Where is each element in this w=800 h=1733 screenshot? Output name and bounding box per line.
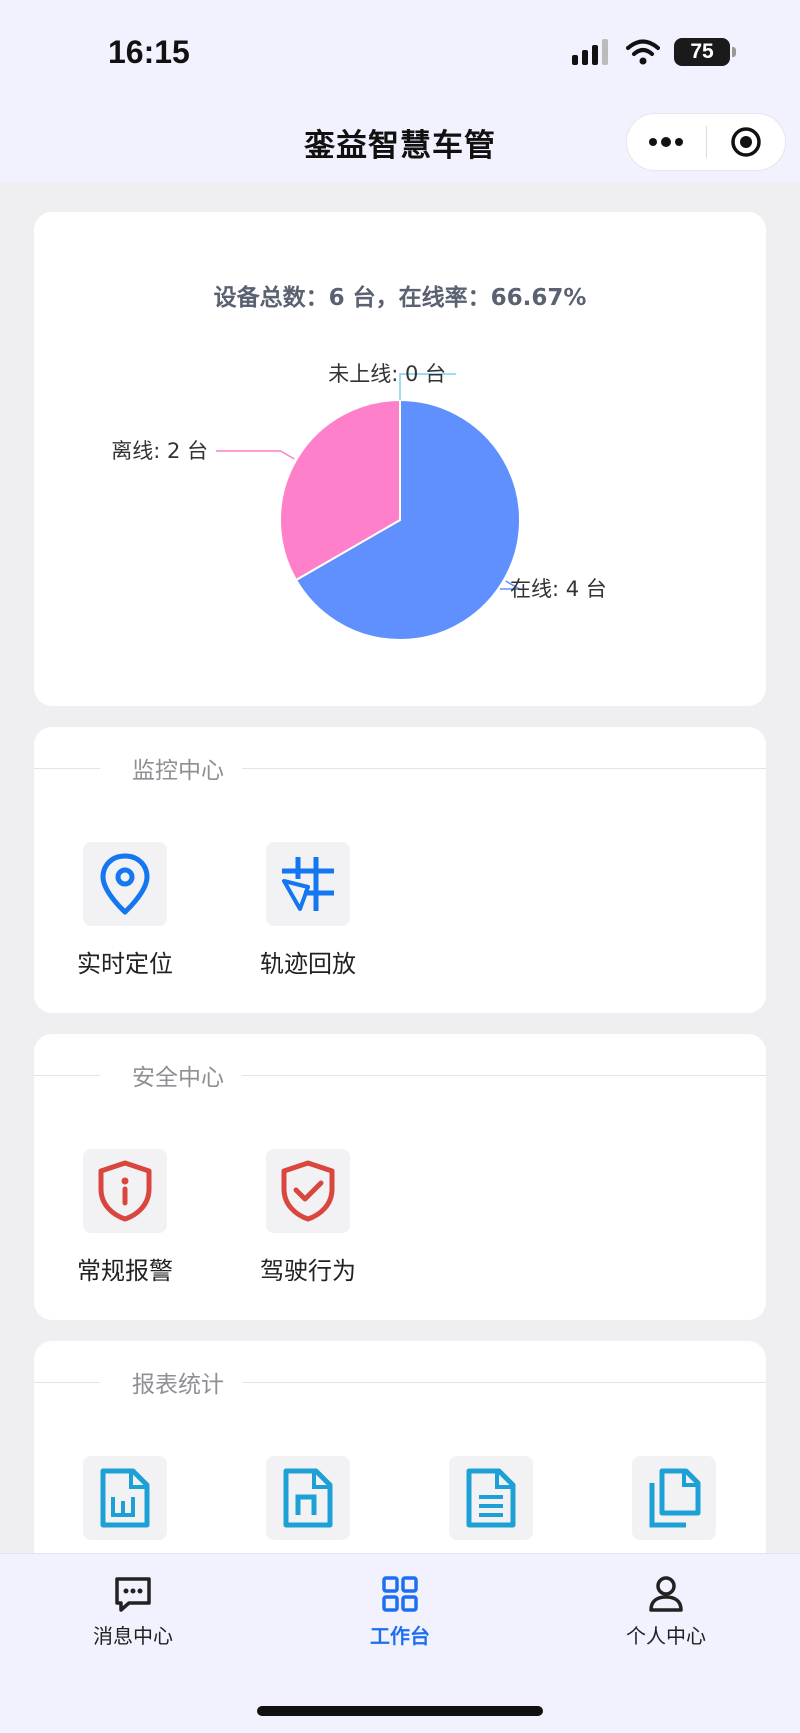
divider [34, 1382, 100, 1383]
report-tile-1[interactable] [50, 1456, 200, 1540]
divider [34, 1075, 100, 1076]
grid-icon [382, 1576, 418, 1612]
status-time: 16:15 [108, 34, 190, 70]
monitor-center-card: 监控中心 实时定位 轨迹回放 [34, 727, 766, 1013]
wifi-icon [626, 39, 660, 65]
tab-message-center[interactable]: 消息中心 [53, 1574, 213, 1649]
monitor-center-header: 监控中心 [34, 727, 766, 811]
mini-program-capsule [626, 113, 786, 171]
tab-label: 工作台 [370, 1624, 430, 1648]
device-status-pie-chart: 在线: 4 台 离线: 2 台 未上线: 0 台 [111, 362, 607, 641]
battery-level: 75 [690, 40, 714, 63]
alarm-shield-icon [98, 1160, 152, 1222]
driving-behavior-tile[interactable]: 驾驶行为 [233, 1149, 383, 1286]
report-tile-3[interactable] [416, 1456, 566, 1540]
track-playback-icon-box [266, 842, 350, 926]
check-shield-icon [281, 1160, 335, 1222]
safety-center-header: 安全中心 [34, 1034, 766, 1118]
track-playback-icon [282, 857, 334, 911]
check-shield-icon-box [266, 1149, 350, 1233]
word-doc-icon-box [83, 1456, 167, 1540]
section-title: 安全中心 [122, 1058, 234, 1092]
top-bar: 16:15 75 銮益智慧车管 [0, 0, 800, 182]
safety-center-card: 安全中心 常规报警 驾驶行为 [34, 1034, 766, 1320]
regular-alarm-tile[interactable]: 常规报警 [50, 1149, 200, 1286]
tab-label: 个人中心 [626, 1624, 706, 1648]
divider [34, 768, 100, 769]
report-tile-4[interactable] [599, 1456, 749, 1540]
home-indicator [257, 1706, 543, 1716]
divider [242, 1075, 766, 1076]
target-circle-icon [731, 127, 761, 157]
more-dots-icon [649, 137, 684, 147]
reports-header: 报表统计 [34, 1341, 766, 1425]
person-icon [649, 1576, 683, 1612]
text-doc-icon [466, 1468, 516, 1528]
report-tile-2[interactable] [233, 1456, 383, 1540]
location-pin-icon [100, 853, 150, 915]
status-icons: 75 [572, 38, 736, 66]
tab-personal-center[interactable]: 个人中心 [586, 1574, 746, 1649]
location-pin-icon-box [83, 842, 167, 926]
tab-label: 消息中心 [93, 1624, 173, 1648]
pie-slice-label: 未上线: 0 台 [328, 362, 446, 386]
divider [242, 768, 766, 769]
alarm-shield-icon-box [83, 1149, 167, 1233]
tile-label: 常规报警 [77, 1257, 173, 1285]
copy-doc-icon [649, 1468, 701, 1528]
battery-indicator: 75 [674, 38, 736, 66]
section-title: 监控中心 [122, 751, 234, 785]
close-miniprogram-button[interactable] [707, 114, 786, 170]
copy-doc-icon-box [632, 1456, 716, 1540]
track-playback-tile[interactable]: 轨迹回放 [233, 842, 383, 979]
more-button[interactable] [627, 114, 706, 170]
tile-label: 驾驶行为 [260, 1257, 356, 1285]
pie-leader-line [216, 450, 295, 460]
signal-icon [572, 39, 608, 65]
realtime-location-tile[interactable]: 实时定位 [50, 842, 200, 979]
text-doc-icon-box [449, 1456, 533, 1540]
pie-slice-label: 在线: 4 台 [510, 577, 607, 601]
section-title: 报表统计 [122, 1365, 234, 1399]
n-doc-icon-box [266, 1456, 350, 1540]
word-doc-icon [100, 1468, 150, 1528]
tab-workbench[interactable]: 工作台 [320, 1574, 480, 1649]
message-icon [115, 1577, 151, 1612]
n-doc-icon [283, 1468, 333, 1528]
pie-slice-label: 离线: 2 台 [111, 439, 208, 463]
divider [242, 1382, 766, 1383]
tile-label: 轨迹回放 [260, 950, 356, 978]
tile-label: 实时定位 [77, 950, 173, 978]
